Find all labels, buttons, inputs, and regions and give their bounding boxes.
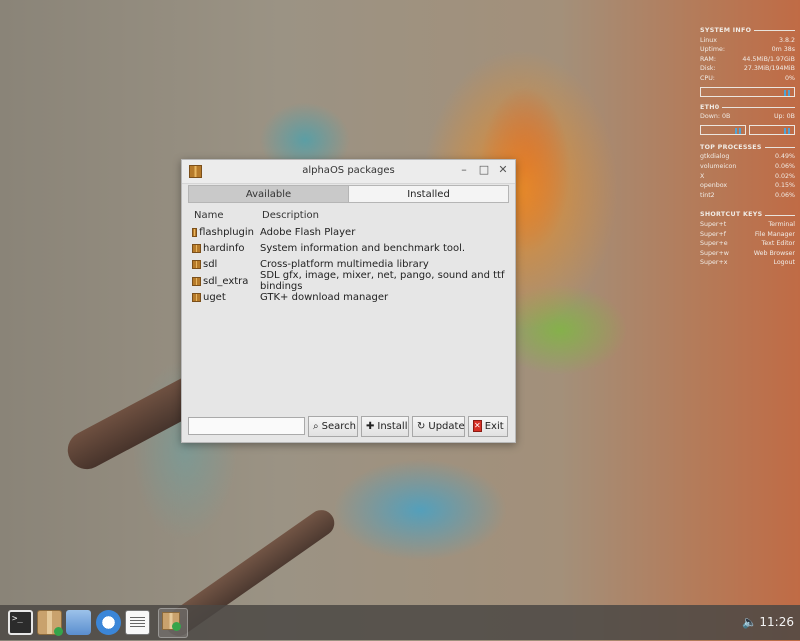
exit-icon: ✕ [473, 420, 482, 432]
plus-icon: ✚ [366, 420, 375, 432]
package-task-icon [162, 612, 181, 631]
top-processes-header: TOP PROCESSES [700, 143, 795, 153]
package-list: Name Description flashplugin Adobe Flash… [188, 206, 509, 416]
window-titlebar[interactable]: alphaOS packages – □ ✕ [182, 160, 515, 184]
task-alphaos-packages[interactable] [158, 608, 188, 638]
package-icon [192, 260, 201, 270]
file-manager-icon[interactable] [66, 610, 91, 635]
down-graph [700, 124, 746, 135]
network-graphs [700, 122, 795, 137]
package-icon [192, 276, 201, 286]
update-button[interactable]: ↻ Update [412, 415, 465, 437]
package-icon [192, 244, 201, 254]
terminal-icon[interactable]: >_ [8, 610, 33, 635]
clock: 11:26 [759, 615, 794, 629]
process-row: openbox 0.15% [700, 182, 795, 190]
alphaos-packages-window: alphaOS packages – □ ✕ Available Install… [181, 159, 516, 443]
process-row: volumeicon 0.06% [700, 162, 795, 170]
tab-bar: Available Installed [188, 185, 509, 203]
package-name: sdl_extra [203, 275, 249, 287]
column-header-description[interactable]: Description [254, 210, 509, 221]
column-header-name[interactable]: Name [188, 210, 254, 221]
exit-button[interactable]: ✕ Exit [468, 415, 508, 437]
package-name: sdl [203, 259, 218, 271]
package-name: uget [203, 292, 226, 304]
up-graph [749, 124, 795, 135]
action-bar: ⌕ Search ✚ Install ↻ Update ✕ Exit [188, 415, 509, 437]
close-button[interactable]: ✕ [496, 163, 510, 176]
install-button[interactable]: ✚ Install [361, 415, 409, 437]
package-row-hardinfo[interactable]: hardinfo System information and benchmar… [188, 240, 509, 256]
shortcut-row: Super+e Text Editor [700, 240, 795, 248]
network-row: Down: 0B Up: 0B [700, 112, 795, 122]
network-header: ETH0 [700, 103, 795, 113]
shortcut-row: Super+t Terminal [700, 220, 795, 228]
package-name: hardinfo [203, 243, 245, 255]
taskbar: >_ 🔈 11:26 [0, 605, 800, 640]
package-icon [192, 293, 201, 303]
refresh-icon: ↻ [417, 420, 426, 432]
package-description: System information and benchmark tool. [260, 243, 466, 255]
web-browser-icon[interactable] [96, 610, 121, 635]
net-down: Down: 0B [700, 113, 731, 121]
package-row-uget[interactable]: uget GTK+ download manager [188, 290, 509, 306]
search-input[interactable] [188, 417, 305, 435]
volume-icon[interactable]: 🔈 [742, 615, 757, 629]
shortcut-row: Super+f File Manager [700, 230, 795, 238]
sysinfo-row-linux: Linux 3.8.2 [700, 36, 795, 44]
package-description: Cross-platform multimedia library [260, 259, 429, 271]
package-manager-icon[interactable] [37, 610, 63, 636]
maximize-button[interactable]: □ [477, 163, 491, 176]
package-name: flashplugin [199, 226, 254, 238]
process-row: gtkdialog 0.49% [700, 153, 795, 161]
cpu-graph [700, 86, 795, 97]
package-row-flashplugin[interactable]: flashplugin Adobe Flash Player [188, 224, 509, 240]
package-description: SDL gfx, image, mixer, net, pango, sound… [260, 270, 505, 293]
process-row: tint2 0.06% [700, 191, 795, 199]
tab-available[interactable]: Available [188, 185, 349, 203]
sysinfo-row-ram: RAM: 44.5MiB/1.97GiB [700, 55, 795, 63]
conky-system-monitor: SYSTEM INFO Linux 3.8.2 Uptime: 0m 38s RAM… [700, 20, 795, 268]
package-description: Adobe Flash Player [260, 226, 356, 238]
net-up: Up: 0B [773, 113, 795, 121]
sysinfo-row-disk: Disk: 27.3MiB/194MiB [700, 65, 795, 73]
sysinfo-row-cpu: CPU: 0% [700, 74, 795, 82]
tab-installed[interactable]: Installed [349, 185, 509, 203]
sysinfo-row-uptime: Uptime: 0m 38s [700, 46, 795, 54]
text-editor-icon[interactable] [125, 610, 150, 635]
list-header: Name Description [188, 206, 509, 224]
search-button[interactable]: ⌕ Search [308, 415, 358, 437]
system-info-header: SYSTEM INFO [700, 26, 795, 36]
process-row: X 0.02% [700, 172, 795, 180]
package-row-sdl-extra[interactable]: sdl_extra SDL gfx, image, mixer, net, pa… [188, 270, 509, 293]
shortcut-row: Super+x Logout [700, 259, 795, 267]
minimize-button[interactable]: – [457, 163, 471, 176]
shortcut-row: Super+w Web Browser [700, 249, 795, 257]
package-icon [192, 227, 198, 237]
search-icon: ⌕ [313, 420, 319, 432]
package-description: GTK+ download manager [260, 292, 389, 304]
shortcut-keys-header: SHORTCUT KEYS [700, 210, 795, 220]
